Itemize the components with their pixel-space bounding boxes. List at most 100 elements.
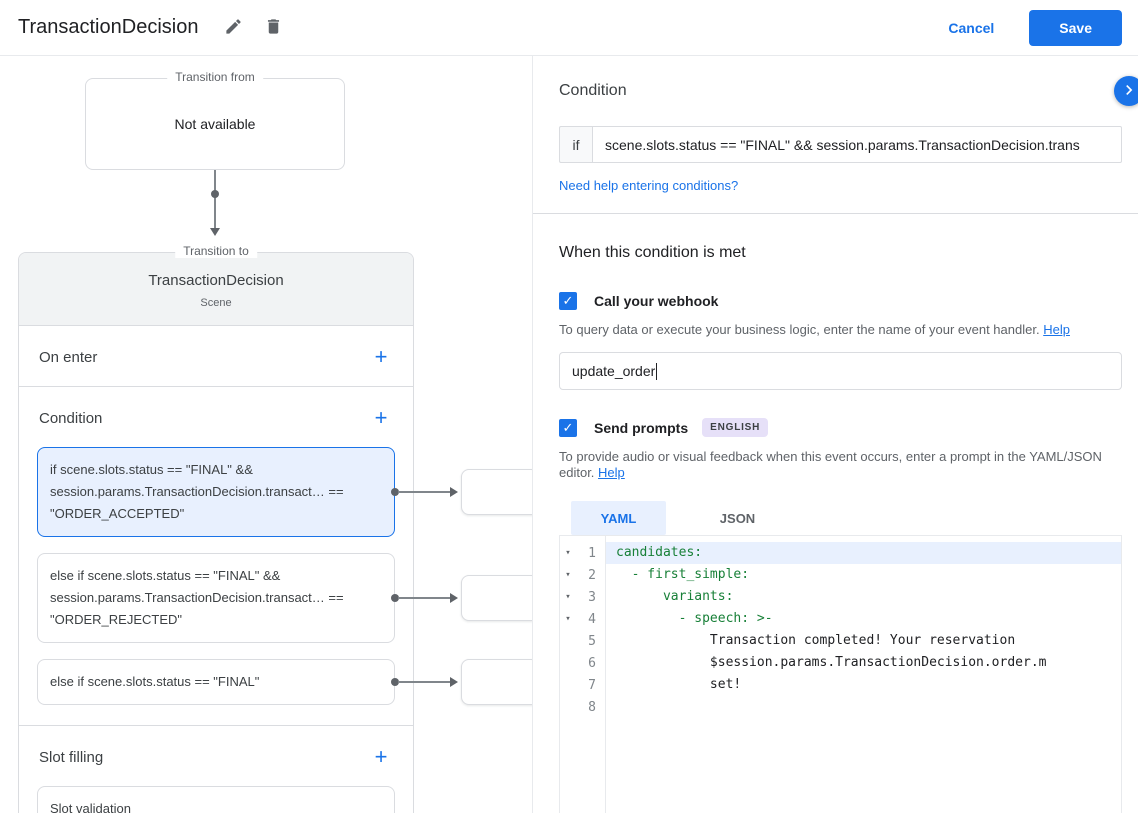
connector-arrowhead-icon: [450, 487, 458, 497]
gutter-row: 7: [560, 674, 605, 696]
save-button[interactable]: Save: [1029, 9, 1122, 46]
transition-from-value: Not available: [174, 116, 256, 132]
pencil-icon: [224, 17, 243, 39]
scene-type-label: Scene: [200, 297, 232, 309]
transition-target-box[interactable]: [461, 659, 532, 705]
plus-icon: +: [374, 744, 388, 769]
prompts-description: To provide audio or visual feedback when…: [559, 449, 1122, 481]
condition-section: Condition + if scene.slots.status == "FI…: [19, 387, 532, 726]
webhook-description: To query data or execute your business l…: [559, 322, 1122, 338]
code-line: candidates:: [606, 542, 1121, 564]
connector-line: [398, 681, 452, 683]
code-key-text: - speech: >-: [678, 611, 773, 626]
line-number: 3: [588, 589, 596, 605]
add-on-enter-button[interactable]: +: [369, 345, 393, 369]
condition-card-2[interactable]: else if scene.slots.status == "FINAL" &&…: [37, 553, 532, 643]
editor-code-area[interactable]: candidates: - first_simple: variants: - …: [606, 536, 1121, 813]
transition-to-box: Transition to TransactionDecision Scene …: [18, 244, 532, 813]
scene-name: TransactionDecision: [148, 272, 284, 289]
condition-card-list: if scene.slots.status == "FINAL" && sess…: [19, 447, 532, 725]
app-window: TransactionDecision Cancel Save Transiti…: [0, 0, 1138, 813]
line-number: 6: [588, 655, 596, 671]
editor-format-tabs: YAML JSON: [559, 501, 1122, 535]
collapse-panel-button[interactable]: [1114, 76, 1138, 106]
webhook-description-text: To query data or execute your business l…: [559, 322, 1040, 337]
if-label: if: [559, 126, 592, 163]
code-line: - first_simple:: [606, 564, 1121, 586]
condition-editor-panel: Condition if Need help entering conditio…: [532, 56, 1138, 813]
webhook-name-value: update_order: [572, 363, 656, 379]
slot-validation-text: Slot validation: [50, 801, 131, 813]
call-webhook-label: Call your webhook: [594, 293, 719, 309]
line-number: 1: [588, 545, 596, 561]
connector-line: [398, 491, 452, 493]
transition-connector-line: [214, 170, 216, 232]
chevron-right-icon: [1119, 80, 1138, 103]
send-prompts-label: Send prompts: [594, 419, 689, 436]
on-enter-label: On enter: [39, 348, 98, 366]
code-text: Transaction completed! Your reservation: [616, 633, 1016, 648]
condition-text: else if scene.slots.status == "FINAL" &&…: [50, 568, 344, 627]
call-webhook-checkbox[interactable]: ✓: [559, 292, 577, 310]
transition-connector-arrowhead-icon: [210, 228, 220, 236]
cancel-button[interactable]: Cancel: [948, 20, 994, 36]
code-line: - speech: >-: [606, 608, 1121, 630]
add-slot-button[interactable]: +: [369, 745, 393, 769]
transition-target-box[interactable]: [461, 469, 532, 515]
line-number: 8: [588, 699, 596, 715]
line-number: 2: [588, 567, 596, 583]
fold-triangle-down-icon[interactable]: ▾: [560, 592, 576, 602]
fold-triangle-down-icon[interactable]: ▾: [560, 614, 576, 624]
code-line: $session.params.TransactionDecision.orde…: [606, 652, 1121, 674]
yaml-editor[interactable]: ▾ 1 ▾ 2 ▾ 3 ▾ 4 5 6 7 8 candidates: - fi…: [559, 535, 1122, 813]
code-key-text: - first_simple:: [631, 567, 750, 582]
check-icon: ✓: [562, 293, 574, 308]
condition-card-3[interactable]: else if scene.slots.status == "FINAL": [37, 659, 532, 705]
add-condition-button[interactable]: +: [369, 406, 393, 430]
conditions-help-link[interactable]: Need help entering conditions?: [559, 178, 738, 193]
code-line: variants:: [606, 586, 1121, 608]
panel-divider: [533, 213, 1138, 214]
code-line: Transaction completed! Your reservation: [606, 630, 1121, 652]
condition-section-label: Condition: [39, 409, 103, 427]
check-icon: ✓: [562, 419, 574, 435]
fold-triangle-down-icon[interactable]: ▾: [560, 548, 576, 558]
scene-header[interactable]: TransactionDecision Scene: [19, 253, 413, 326]
gutter-row: 5: [560, 630, 605, 652]
condition-text: else if scene.slots.status == "FINAL": [50, 674, 260, 689]
tab-json[interactable]: JSON: [690, 501, 785, 535]
header: TransactionDecision Cancel Save: [0, 0, 1138, 56]
webhook-name-input[interactable]: update_order: [559, 352, 1122, 390]
condition-expression-input[interactable]: [592, 126, 1122, 163]
on-enter-row: On enter +: [19, 326, 413, 386]
send-prompts-checkbox[interactable]: ✓: [559, 418, 577, 437]
prompts-help-link[interactable]: Help: [598, 465, 625, 480]
line-number: 7: [588, 677, 596, 693]
transition-target-box[interactable]: [461, 575, 532, 621]
gutter-row: ▾ 4: [560, 608, 605, 630]
on-enter-section: On enter +: [19, 326, 413, 387]
edit-title-button[interactable]: [216, 11, 250, 45]
condition-text: if scene.slots.status == "FINAL" && sess…: [50, 462, 344, 521]
fold-triangle-down-icon[interactable]: ▾: [560, 570, 576, 580]
tab-yaml[interactable]: YAML: [571, 501, 666, 535]
webhook-help-link[interactable]: Help: [1043, 322, 1070, 337]
connector-arrowhead-icon: [450, 677, 458, 687]
slot-filling-row: Slot filling +: [19, 726, 413, 786]
condition-card-1[interactable]: if scene.slots.status == "FINAL" && sess…: [37, 447, 532, 537]
transition-to-label: Transition to: [175, 244, 257, 258]
delete-scene-button[interactable]: [256, 11, 290, 45]
transition-from-label: Transition from: [167, 70, 263, 84]
transition-from-box[interactable]: Transition from Not available: [85, 70, 345, 170]
slot-card-list: Slot validation: [19, 786, 413, 813]
condition-row: Condition +: [19, 387, 413, 447]
trash-icon: [264, 17, 283, 39]
gutter-row: ▾ 1: [560, 542, 605, 564]
panel-title: Condition: [559, 82, 627, 99]
slot-validation-card[interactable]: Slot validation: [37, 786, 395, 813]
line-number: 4: [588, 611, 596, 627]
